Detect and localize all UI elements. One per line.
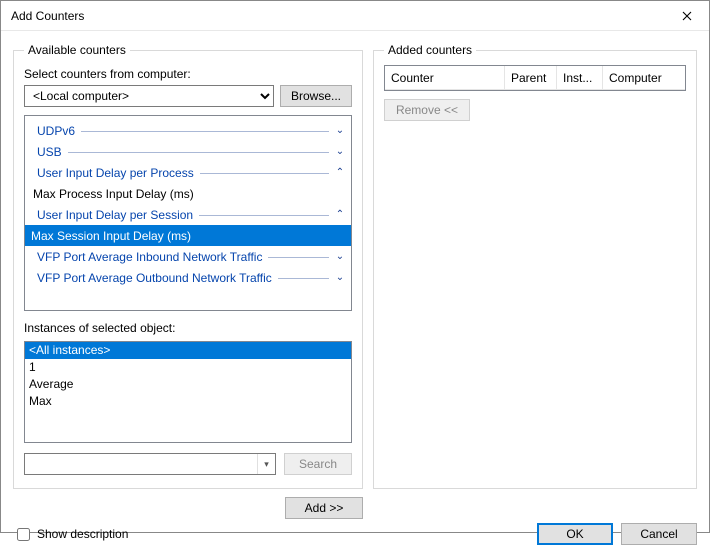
instance-max[interactable]: Max (25, 393, 351, 410)
select-computer-label: Select counters from computer: (24, 67, 352, 81)
chevron-down-icon: ▾ (257, 454, 275, 474)
chevron-up-icon: ⌃ (335, 167, 345, 178)
instances-label: Instances of selected object: (24, 321, 352, 335)
show-description-label: Show description (37, 527, 128, 541)
chevron-down-icon: ⌄ (335, 251, 345, 262)
col-computer[interactable]: Computer (603, 66, 685, 89)
col-inst[interactable]: Inst... (557, 66, 603, 89)
counter-group-input-delay-process[interactable]: User Input Delay per Process ⌃ (25, 162, 351, 183)
counter-group-vfp-inbound[interactable]: VFP Port Average Inbound Network Traffic… (25, 246, 351, 267)
remove-button[interactable]: Remove << (384, 99, 470, 121)
window-title: Add Counters (11, 9, 664, 23)
browse-button[interactable]: Browse... (280, 85, 352, 107)
ok-button[interactable]: OK (537, 523, 613, 545)
added-legend: Added counters (384, 43, 476, 57)
counter-item-max-session-delay[interactable]: Max Session Input Delay (ms) (25, 225, 351, 246)
titlebar: Add Counters (1, 1, 709, 31)
available-group: Available counters Select counters from … (13, 43, 363, 489)
search-button[interactable]: Search (284, 453, 352, 475)
chevron-down-icon: ⌄ (335, 125, 345, 136)
add-counters-dialog: Add Counters Available counters Select c… (0, 0, 710, 533)
search-combo[interactable]: ▾ (24, 453, 276, 475)
counter-item-max-process-delay[interactable]: Max Process Input Delay (ms) (25, 183, 351, 204)
added-group: Added counters Counter Parent Inst... Co… (373, 43, 697, 489)
dialog-footer: Show description OK Cancel (1, 523, 709, 555)
instance-average[interactable]: Average (25, 376, 351, 393)
col-counter[interactable]: Counter (385, 66, 505, 89)
chevron-up-icon: ⌃ (335, 209, 345, 220)
computer-combo[interactable]: <Local computer> (24, 85, 274, 107)
available-legend: Available counters (24, 43, 130, 57)
instances-list[interactable]: <All instances> 1 Average Max (24, 341, 352, 443)
cancel-button[interactable]: Cancel (621, 523, 697, 545)
counter-group-vfp-outbound[interactable]: VFP Port Average Outbound Network Traffi… (25, 267, 351, 288)
instance-1[interactable]: 1 (25, 359, 351, 376)
col-parent[interactable]: Parent (505, 66, 557, 89)
close-button[interactable] (664, 1, 709, 31)
close-icon (682, 11, 692, 21)
dialog-body: Available counters Select counters from … (1, 31, 709, 523)
show-description-checkbox[interactable]: Show description (13, 525, 128, 544)
instance-all[interactable]: <All instances> (25, 342, 351, 359)
available-pane: Available counters Select counters from … (13, 43, 363, 519)
show-description-input[interactable] (17, 528, 30, 541)
added-listview[interactable]: Counter Parent Inst... Computer (384, 65, 686, 91)
chevron-down-icon: ⌄ (335, 146, 345, 157)
counter-group-usb[interactable]: USB ⌄ (25, 141, 351, 162)
counter-tree[interactable]: UDPv6 ⌄ USB ⌄ User Input Delay per Proce… (24, 115, 352, 311)
added-pane: Added counters Counter Parent Inst... Co… (373, 43, 697, 519)
chevron-down-icon: ⌄ (335, 272, 345, 283)
counter-group-udpv6[interactable]: UDPv6 ⌄ (25, 120, 351, 141)
add-button[interactable]: Add >> (285, 497, 363, 519)
counter-group-input-delay-session[interactable]: User Input Delay per Session ⌃ (25, 204, 351, 225)
listview-header: Counter Parent Inst... Computer (385, 66, 685, 90)
